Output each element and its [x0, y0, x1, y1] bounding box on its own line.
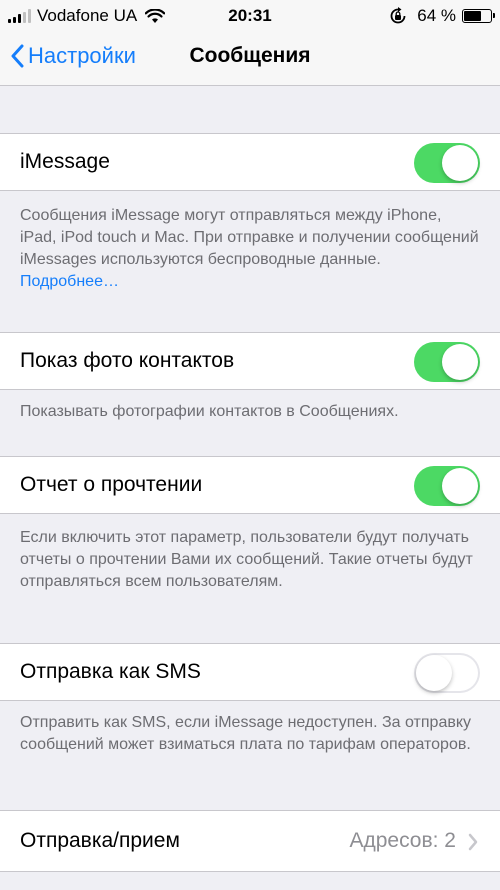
read-receipts-description: Если включить этот параметр, пользовател…: [20, 529, 473, 590]
settings-row-send-as-sms: Отправка как SMS: [0, 643, 500, 701]
toggle-knob: [442, 145, 478, 181]
send-as-sms-toggle[interactable]: [414, 653, 480, 693]
toggle-knob: [442, 468, 478, 504]
settings-row-contact-photos: Показ фото контактов: [0, 332, 500, 390]
chevron-right-icon: [468, 833, 478, 851]
navigation-bar: Настройки Сообщения: [0, 30, 500, 86]
imessage-label: iMessage: [20, 150, 110, 173]
battery-level-fill: [464, 11, 481, 21]
chevron-left-icon: [11, 44, 24, 68]
send-receive-label: Отправка/прием: [20, 829, 180, 852]
back-button[interactable]: Настройки: [10, 43, 136, 69]
read-receipts-label: Отчет о прочтении: [20, 473, 203, 496]
settings-row-send-receive[interactable]: Отправка/прием Адресов: 2: [0, 810, 500, 872]
send-as-sms-description: Отправить как SMS, если iMessage недосту…: [20, 714, 472, 753]
imessage-description: Сообщения iMessage могут отправляться ме…: [20, 205, 480, 293]
contact-photos-label: Показ фото контактов: [20, 349, 235, 372]
contact-photos-description: Показывать фотографии контактов в Сообще…: [20, 403, 399, 420]
toggle-knob: [442, 344, 478, 380]
read-receipts-toggle[interactable]: [414, 466, 480, 506]
back-button-label: Настройки: [28, 43, 136, 68]
battery-percent: 64 %: [417, 6, 456, 25]
imessage-description-text: Сообщения iMessage могут отправляться ме…: [20, 207, 479, 268]
learn-more-link[interactable]: Подробнее…: [20, 273, 119, 290]
orientation-lock-icon: [390, 7, 406, 24]
send-receive-value: Адресов: 2: [349, 829, 456, 852]
toggle-knob: [416, 655, 452, 691]
status-right: 64 %: [389, 6, 495, 26]
contact-photos-toggle[interactable]: [414, 342, 480, 382]
imessage-toggle[interactable]: [414, 143, 480, 183]
status-bar: Vodafone UA 20:31 64 %: [0, 0, 500, 30]
settings-row-imessage: iMessage: [0, 133, 500, 191]
settings-row-read-receipts: Отчет о прочтении: [0, 456, 500, 514]
send-as-sms-label: Отправка как SMS: [20, 660, 201, 683]
battery-icon: [462, 9, 495, 23]
